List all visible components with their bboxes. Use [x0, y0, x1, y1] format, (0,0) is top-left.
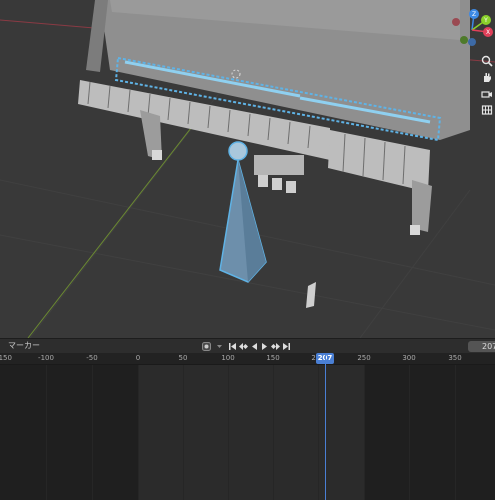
ruler-tick: 100	[221, 354, 235, 362]
camera-view-icon[interactable]	[478, 85, 495, 102]
grid-line	[455, 365, 456, 500]
ruler-tick: 0	[135, 354, 141, 362]
zoom-icon[interactable]	[478, 52, 495, 69]
prev-keyframe-icon[interactable]	[238, 341, 249, 352]
pedal	[272, 178, 282, 190]
frame-ruler[interactable]: -150 -100 -50 0 50 100 150 200 250 300 3…	[0, 353, 495, 365]
playhead-line[interactable]	[325, 353, 326, 500]
current-frame-field-value: 207	[482, 342, 495, 351]
piano-scene	[0, 0, 495, 338]
grid-line	[183, 365, 184, 500]
ruler-tick: 300	[402, 354, 416, 362]
keying-dropdown-icon[interactable]	[214, 341, 225, 352]
pedal-box	[254, 155, 304, 175]
markers-menu[interactable]: マーカー	[8, 340, 40, 351]
gizmo-neg-y-icon	[460, 36, 468, 44]
pedal	[258, 175, 268, 187]
grid-line	[228, 365, 229, 500]
ruler-tick: 250	[357, 354, 371, 362]
ortho-grid-icon[interactable]	[478, 101, 495, 118]
timeline-tracks[interactable]	[0, 365, 495, 500]
grid-line	[273, 365, 274, 500]
grid-line	[92, 365, 93, 500]
timeline-header: マーカー 207	[0, 338, 495, 353]
leg-caster-left	[152, 150, 162, 160]
grid-line	[409, 365, 410, 500]
3d-viewport[interactable]: Z Y X	[0, 0, 495, 338]
grid-line	[46, 365, 47, 500]
grid-line	[138, 365, 139, 500]
next-keyframe-icon[interactable]	[269, 341, 280, 352]
gizmo-z-label: Z	[472, 11, 476, 18]
leg-caster-right	[410, 225, 420, 235]
piano-leg-right	[412, 180, 432, 232]
scene-frame-range	[138, 365, 364, 500]
gizmo-y-label: Y	[483, 17, 488, 24]
grid-line	[364, 365, 365, 500]
gizmo-neg-z-icon	[468, 38, 476, 46]
ruler-tick: -100	[38, 354, 54, 362]
jump-start-icon[interactable]	[227, 341, 238, 352]
ruler-tick: -50	[86, 354, 98, 362]
piano-left-cheek	[86, 0, 108, 72]
ruler-tick: 350	[448, 354, 462, 362]
grid-line	[318, 365, 319, 500]
keyframe-icon[interactable]	[201, 341, 212, 352]
gizmo-x-label: X	[486, 29, 490, 36]
ruler-tick: -150	[0, 354, 12, 362]
jump-end-icon[interactable]	[281, 341, 292, 352]
y-axis-line	[27, 109, 206, 338]
small-object	[306, 282, 316, 308]
current-frame-field[interactable]: 207	[468, 341, 495, 352]
ruler-tick: 50	[178, 354, 188, 362]
pan-hand-icon[interactable]	[478, 68, 495, 85]
pedal	[286, 181, 296, 193]
gizmo-neg-x-icon	[452, 18, 460, 26]
ruler-tick: 150	[266, 354, 280, 362]
selected-sphere	[228, 141, 248, 161]
navigation-gizmo[interactable]: Z Y X	[450, 8, 494, 52]
